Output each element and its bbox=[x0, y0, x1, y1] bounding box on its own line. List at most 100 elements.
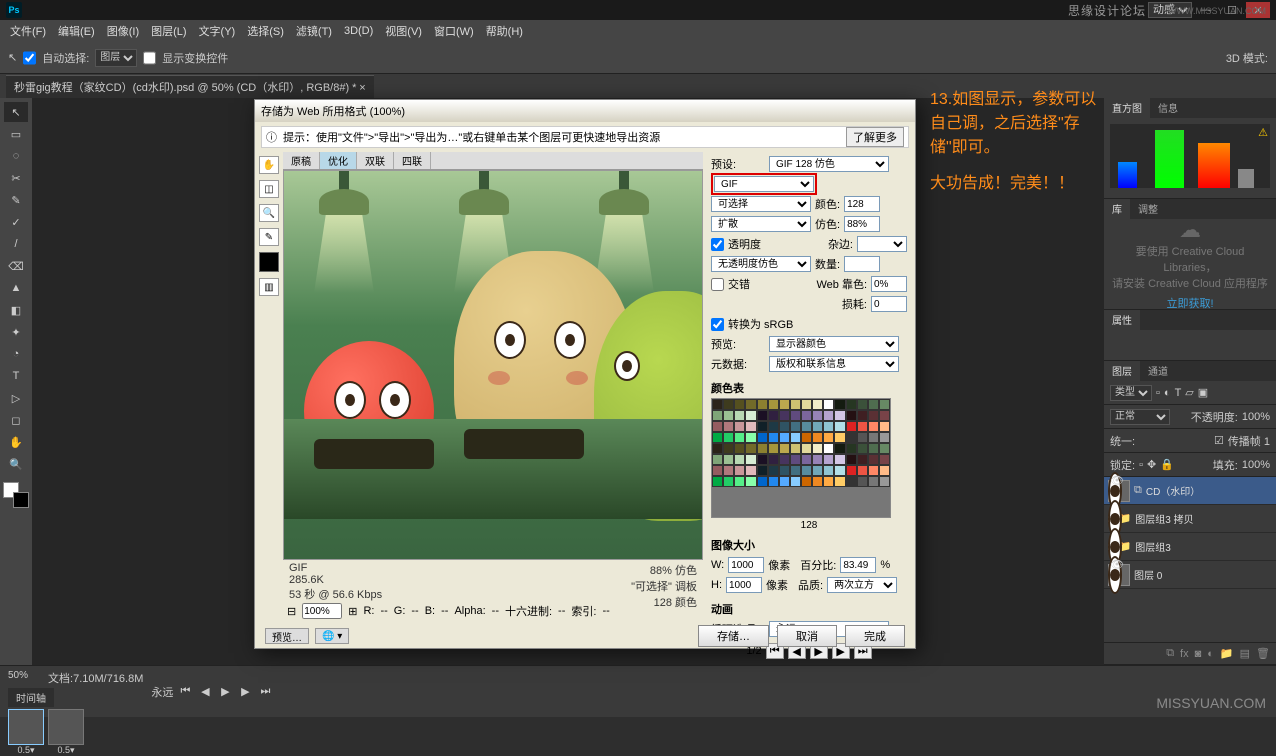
tab-adjustments[interactable]: 调整 bbox=[1130, 199, 1166, 219]
metadata-select[interactable]: 版权和联系信息 bbox=[769, 356, 899, 372]
srgb-checkbox[interactable] bbox=[711, 318, 724, 331]
hand-tool-icon[interactable]: ✋ bbox=[259, 156, 279, 174]
menu-filter[interactable]: 滤镜(T) bbox=[290, 21, 338, 41]
brush-tool[interactable]: / bbox=[4, 234, 28, 254]
layer-name[interactable]: 图层组3 拷贝 bbox=[1135, 511, 1193, 526]
marquee-tool[interactable]: ▭ bbox=[4, 124, 28, 144]
lock-position-icon[interactable]: ✥ bbox=[1147, 458, 1156, 471]
learn-more-button[interactable]: 了解更多 bbox=[846, 127, 904, 147]
filter-shape-icon[interactable]: ▱ bbox=[1185, 386, 1193, 399]
frame-duration[interactable]: 0.5▾ bbox=[49, 745, 83, 756]
dither-method-select[interactable]: 扩散 bbox=[711, 216, 811, 232]
tab-close-icon[interactable]: × bbox=[359, 82, 365, 94]
timeline-frame-1[interactable]: 0.5▾ bbox=[8, 709, 44, 745]
layer-row-2[interactable]: ▸ 📁 图层组3 bbox=[1104, 533, 1276, 561]
link-layers-icon[interactable]: ⧉ bbox=[1166, 647, 1174, 660]
tab-histogram[interactable]: 直方图 bbox=[1104, 98, 1150, 118]
preview-profile-select[interactable]: 显示器颜色 bbox=[769, 336, 899, 352]
filter-type-icon[interactable]: T bbox=[1175, 387, 1182, 399]
color-swatches[interactable] bbox=[3, 482, 29, 508]
layer-name[interactable]: 图层 0 bbox=[1134, 567, 1162, 582]
filter-adjust-icon[interactable]: ◐ bbox=[1164, 387, 1171, 399]
filter-smart-icon[interactable]: ▣ bbox=[1198, 386, 1208, 399]
menu-type[interactable]: 文字(Y) bbox=[193, 21, 242, 41]
menu-3d[interactable]: 3D(D) bbox=[338, 23, 379, 39]
layer-row-1[interactable]: ▸ 📁 图层组3 拷贝 bbox=[1104, 505, 1276, 533]
zoom-level[interactable]: 50% bbox=[8, 670, 28, 686]
tab-channels[interactable]: 通道 bbox=[1140, 361, 1176, 381]
preset-select[interactable]: GIF 128 仿色 bbox=[769, 156, 889, 172]
slice-visibility-icon[interactable]: ▥ bbox=[259, 278, 279, 296]
layer-row-3[interactable]: 👁 图层 0 bbox=[1104, 561, 1276, 589]
eraser-tool[interactable]: ▲ bbox=[4, 278, 28, 298]
frame-duration[interactable]: 0.5▾ bbox=[9, 745, 43, 756]
dither-field[interactable] bbox=[844, 216, 880, 232]
shape-tool[interactable]: ◻ bbox=[4, 410, 28, 430]
new-layer-icon[interactable]: ▤ bbox=[1240, 647, 1250, 660]
warning-icon[interactable]: ⚠ bbox=[1258, 126, 1268, 139]
menu-edit[interactable]: 编辑(E) bbox=[52, 21, 101, 41]
stamp-tool[interactable]: ⌫ bbox=[4, 256, 28, 276]
matte-select[interactable] bbox=[857, 236, 907, 252]
lossy-field[interactable] bbox=[871, 296, 907, 312]
layer-mask-icon[interactable]: ◙ bbox=[1195, 648, 1202, 660]
preview-tab-original[interactable]: 原稿 bbox=[283, 152, 320, 169]
eyedropper-tool-icon[interactable]: ✎ bbox=[259, 228, 279, 246]
play-button[interactable]: ▶ bbox=[217, 684, 233, 698]
menu-view[interactable]: 视图(V) bbox=[379, 21, 428, 41]
lasso-tool[interactable]: ◌ bbox=[4, 146, 28, 166]
pen-tool[interactable]: ▷ bbox=[4, 388, 28, 408]
crop-tool[interactable]: ✂ bbox=[4, 168, 28, 188]
tab-libraries[interactable]: 库 bbox=[1104, 199, 1130, 219]
heal-tool[interactable]: ✓ bbox=[4, 212, 28, 232]
menu-file[interactable]: 文件(F) bbox=[4, 21, 52, 41]
cancel-button[interactable]: 取消 bbox=[777, 625, 837, 647]
layer-fx-icon[interactable]: fx bbox=[1180, 648, 1189, 660]
blur-tool[interactable]: ✦ bbox=[4, 322, 28, 342]
new-fill-icon[interactable]: ◐ bbox=[1207, 648, 1214, 660]
slice-tool-icon[interactable]: ◫ bbox=[259, 180, 279, 198]
browser-select[interactable]: 🌐 ▾ bbox=[315, 628, 349, 644]
lock-all-icon[interactable]: 🔒 bbox=[1160, 458, 1174, 471]
menu-layer[interactable]: 图层(L) bbox=[145, 21, 192, 41]
height-field[interactable] bbox=[726, 577, 762, 593]
interlaced-checkbox[interactable] bbox=[711, 278, 724, 291]
loop-label[interactable]: 永远 bbox=[151, 684, 173, 700]
visibility-icon[interactable]: 👁 bbox=[1108, 556, 1122, 594]
last-frame-button[interactable]: ⏭ bbox=[257, 684, 273, 698]
document-tab[interactable]: 秒雷gig教程（家纹CD）(cd水印).psd @ 50% (CD（水印）, R… bbox=[6, 75, 374, 98]
layer-kind-filter[interactable]: 类型 bbox=[1110, 385, 1152, 401]
preview-in-browser-button[interactable]: 预览… bbox=[265, 628, 309, 644]
fill-value[interactable]: 100% bbox=[1242, 459, 1270, 471]
layer-name[interactable]: 图层组3 bbox=[1135, 539, 1171, 554]
zoom-tool-icon[interactable]: 🔍 bbox=[259, 204, 279, 222]
layer-row-0[interactable]: 👁 ⧉ CD（水印） bbox=[1104, 477, 1276, 505]
layer-name[interactable]: CD（水印） bbox=[1146, 483, 1200, 498]
filter-pixel-icon[interactable]: ▫ bbox=[1156, 387, 1160, 399]
width-field[interactable] bbox=[728, 557, 764, 573]
delete-layer-icon[interactable]: 🗑 bbox=[1256, 647, 1270, 660]
reduction-select[interactable]: 可选择 bbox=[711, 196, 811, 212]
type-tool[interactable]: T bbox=[4, 366, 28, 386]
color-table[interactable] bbox=[711, 398, 891, 518]
trans-dither-select[interactable]: 无透明度仿色 bbox=[711, 256, 811, 272]
preview-image[interactable] bbox=[283, 170, 703, 560]
save-button[interactable]: 存储… bbox=[698, 625, 769, 647]
blend-mode-select[interactable]: 正常 bbox=[1110, 409, 1170, 425]
tab-info[interactable]: 信息 bbox=[1150, 98, 1186, 118]
menu-image[interactable]: 图像(I) bbox=[101, 21, 145, 41]
transparency-checkbox[interactable] bbox=[711, 238, 724, 251]
menu-window[interactable]: 窗口(W) bbox=[428, 21, 480, 41]
preview-tab-4up[interactable]: 四联 bbox=[394, 152, 431, 169]
zoom-minus-icon[interactable]: ⊟ bbox=[287, 605, 296, 618]
move-tool[interactable]: ↖ bbox=[4, 102, 28, 122]
tab-timeline[interactable]: 时间轴 bbox=[8, 688, 54, 707]
first-frame-button[interactable]: ⏮ bbox=[177, 684, 193, 698]
show-transform-checkbox[interactable] bbox=[143, 49, 156, 67]
opacity-value[interactable]: 100% bbox=[1242, 411, 1270, 423]
menu-help[interactable]: 帮助(H) bbox=[480, 21, 529, 41]
preview-tab-2up[interactable]: 双联 bbox=[357, 152, 394, 169]
format-select[interactable]: GIF bbox=[714, 176, 814, 192]
eyedropper-tool[interactable]: ✎ bbox=[4, 190, 28, 210]
websnap-field[interactable] bbox=[871, 276, 907, 292]
